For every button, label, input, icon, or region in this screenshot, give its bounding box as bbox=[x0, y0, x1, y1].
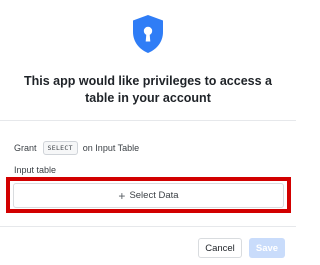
cancel-button[interactable]: Cancel bbox=[198, 238, 242, 258]
highlight-box bbox=[6, 177, 291, 213]
divider bbox=[0, 226, 296, 227]
input-table-label: Input table bbox=[14, 165, 57, 175]
privilege-badge: SELECT bbox=[42, 141, 78, 155]
grant-suffix: on Input Table bbox=[82, 143, 140, 153]
divider bbox=[0, 120, 296, 121]
save-button[interactable]: Save bbox=[249, 238, 285, 258]
grant-prefix: Grant bbox=[14, 143, 37, 153]
shield-lock-icon bbox=[131, 14, 165, 54]
dialog-title: This app would like privileges to access… bbox=[23, 74, 272, 105]
privileges-dialog: This app would like privileges to access… bbox=[0, 0, 296, 265]
grant-row: Grant SELECT on Input Table bbox=[14, 140, 139, 156]
